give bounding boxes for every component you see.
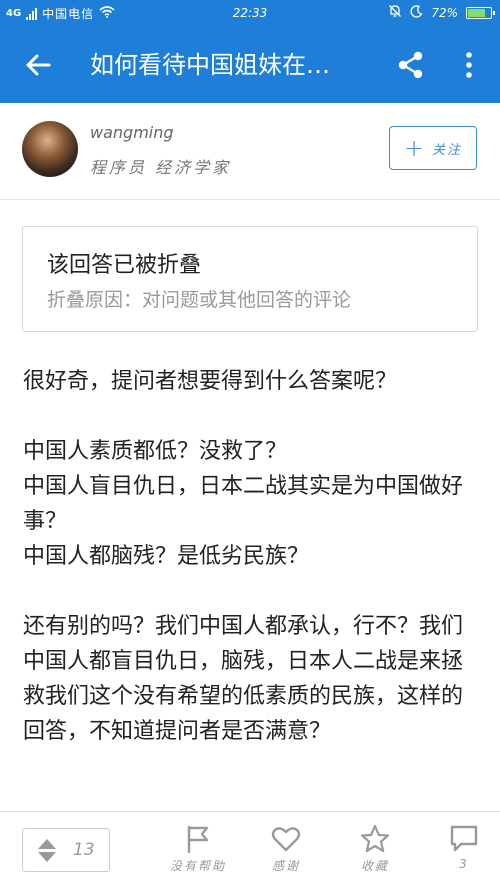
thanks-label: 感谢: [271, 859, 300, 873]
app-bar: 如何看待中国姐妹在…: [0, 27, 500, 103]
vote-count: 13: [73, 840, 95, 860]
status-right: 72%: [388, 4, 495, 21]
author-bio: 程序员 经济学家: [90, 158, 232, 177]
comments-count: 3: [459, 857, 469, 871]
not-helpful-label: 没有帮助: [169, 859, 226, 873]
follow-label: 关注: [432, 142, 463, 158]
answer-paragraph: 很好奇，提问者想要得到什么答案呢？: [23, 369, 398, 394]
avatar[interactable]: [22, 121, 78, 177]
vote-button[interactable]: 13: [22, 828, 110, 872]
answer-body: 很好奇，提问者想要得到什么答案呢？ 中国人素质都低？没救了？ 中国人盲目仇日，日…: [23, 364, 483, 749]
collapsed-reason: 折叠原因：对问题或其他回答的评论: [47, 289, 352, 311]
share-icon: [398, 51, 423, 79]
answer-paragraph: 中国人都脑残？是低劣民族？: [23, 544, 310, 569]
answer-paragraph: 中国人素质都低？没救了？: [23, 439, 288, 464]
heart-icon: [271, 827, 301, 852]
author-name[interactable]: wangming: [90, 123, 174, 142]
plus-icon: +: [403, 134, 425, 162]
share-button[interactable]: [395, 49, 427, 81]
flag-icon: [187, 825, 209, 854]
star-icon: [360, 824, 390, 853]
status-bar: 4G 中国电信 22:33 72%: [0, 0, 500, 27]
vote-arrows-icon: [33, 838, 61, 862]
not-helpful-button[interactable]: 没有帮助: [163, 824, 233, 884]
answer-paragraph: 中国人盲目仇日，日本二战其实是为中国做好事？: [23, 474, 464, 534]
answer-page: 4G 中国电信 22:33 72% 如何看待中国姐妹在… wangming 程序…: [0, 0, 500, 889]
moon-icon: [410, 4, 423, 21]
comment-icon: [450, 825, 478, 852]
collapsed-notice: 该回答已被折叠 折叠原因：对问题或其他回答的评论: [22, 226, 478, 332]
more-button[interactable]: [455, 49, 483, 81]
arrow-left-icon: [26, 54, 51, 76]
collapsed-title: 该回答已被折叠: [47, 253, 202, 278]
comments-button[interactable]: 3: [429, 824, 499, 884]
question-title[interactable]: 如何看待中国姐妹在…: [90, 47, 370, 83]
thanks-button[interactable]: 感谢: [251, 824, 321, 884]
favorite-button[interactable]: 收藏: [340, 824, 410, 884]
follow-button[interactable]: + 关注: [389, 126, 477, 170]
more-vertical-icon: [466, 52, 472, 78]
mute-bell-icon: [388, 4, 402, 21]
battery-percent: 72%: [431, 5, 458, 20]
answer-paragraph: 还有别的吗？我们中国人都承认，行不？我们中国人都盲目仇日，脑残，日本人二战是来拯…: [23, 614, 464, 744]
back-button[interactable]: [22, 49, 54, 81]
favorite-label: 收藏: [360, 859, 389, 873]
author-row: wangming 程序员 经济学家 + 关注: [0, 103, 500, 200]
bottom-action-bar: 13 没有帮助 感谢 收藏 3: [0, 811, 500, 889]
battery-icon: [466, 6, 495, 19]
